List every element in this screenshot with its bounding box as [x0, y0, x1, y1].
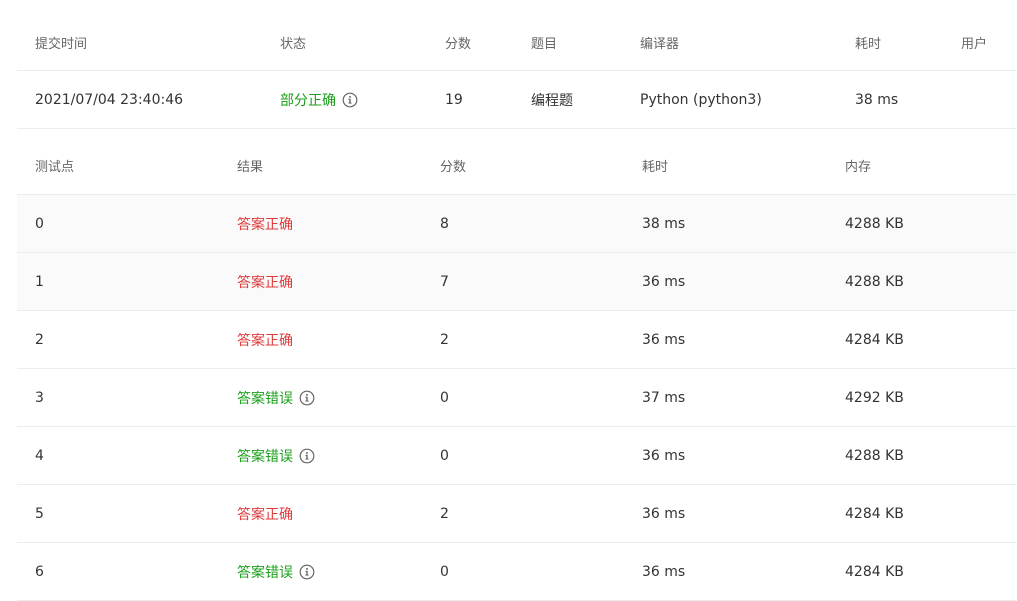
- header-memory: 内存: [845, 160, 872, 175]
- case-result: 答案正确: [237, 311, 293, 368]
- result-label: 答案错误: [237, 390, 293, 407]
- result-label: 答案正确: [237, 274, 293, 291]
- submit-time: 2021/07/04 23:40:46: [35, 91, 184, 108]
- case-elapsed: 38 ms: [642, 215, 686, 232]
- case-memory: 4284 KB: [845, 563, 904, 580]
- case-id: 5: [35, 505, 44, 522]
- header-compiler: 编译器: [640, 37, 680, 52]
- case-result: 答案错误: [237, 543, 315, 600]
- testcase-table: 测试点 结果 分数 耗时 内存 0 答案正确 8 38 ms 4288 KB 1…: [17, 129, 1016, 601]
- case-elapsed: 36 ms: [642, 331, 686, 348]
- case-id: 6: [35, 563, 44, 580]
- result-label: 答案正确: [237, 216, 293, 233]
- testcase-row: 1 答案正确 7 36 ms 4288 KB: [17, 253, 1016, 311]
- compiler-value: Python (python3): [640, 91, 762, 108]
- info-circle-icon[interactable]: [299, 564, 315, 580]
- header-status: 状态: [280, 37, 307, 52]
- case-id: 2: [35, 331, 44, 348]
- case-id: 1: [35, 273, 44, 290]
- case-elapsed: 36 ms: [642, 447, 686, 464]
- case-memory: 4292 KB: [845, 389, 904, 406]
- status-label: 部分正确: [280, 92, 336, 109]
- case-result: 答案正确: [237, 195, 293, 252]
- case-score: 7: [440, 273, 449, 290]
- result-label: 答案错误: [237, 448, 293, 465]
- info-circle-icon[interactable]: [342, 92, 358, 108]
- testcase-header-row: 测试点 结果 分数 耗时 内存: [17, 129, 1016, 195]
- case-memory: 4288 KB: [845, 273, 904, 290]
- result-label: 答案正确: [237, 332, 293, 349]
- case-result: 答案错误: [237, 427, 315, 484]
- header-case-elapsed: 耗时: [642, 160, 669, 175]
- submission-score: 19: [445, 91, 463, 108]
- case-memory: 4288 KB: [845, 215, 904, 232]
- testcase-row: 6 答案错误 0 36 ms 4284 KB: [17, 543, 1016, 601]
- case-score: 0: [440, 447, 449, 464]
- header-result: 结果: [237, 160, 264, 175]
- testcase-row: 3 答案错误 0 37 ms 4292 KB: [17, 369, 1016, 427]
- case-score: 2: [440, 331, 449, 348]
- case-result: 答案正确: [237, 485, 293, 542]
- submission-header-row: 提交时间 状态 分数 题目 编译器 耗时 用户: [17, 15, 1016, 71]
- result-label: 答案错误: [237, 564, 293, 581]
- case-elapsed: 36 ms: [642, 505, 686, 522]
- case-id: 0: [35, 215, 44, 232]
- case-score: 0: [440, 389, 449, 406]
- header-score: 分数: [445, 37, 472, 52]
- header-user: 用户: [961, 37, 988, 52]
- header-case: 测试点: [35, 160, 75, 175]
- testcase-row: 2 答案正确 2 36 ms 4284 KB: [17, 311, 1016, 369]
- case-elapsed: 37 ms: [642, 389, 686, 406]
- case-result: 答案错误: [237, 369, 315, 426]
- result-label: 答案正确: [237, 506, 293, 523]
- submission-elapsed: 38 ms: [855, 91, 899, 108]
- case-elapsed: 36 ms: [642, 563, 686, 580]
- header-submit-time: 提交时间: [35, 37, 88, 52]
- case-memory: 4288 KB: [845, 447, 904, 464]
- submission-table: 提交时间 状态 分数 题目 编译器 耗时 用户 2021/07/04 23:40…: [17, 15, 1016, 129]
- case-id: 4: [35, 447, 44, 464]
- case-memory: 4284 KB: [845, 505, 904, 522]
- header-elapsed: 耗时: [855, 37, 882, 52]
- case-score: 2: [440, 505, 449, 522]
- testcase-row: 4 答案错误 0 36 ms 4288 KB: [17, 427, 1016, 485]
- info-circle-icon[interactable]: [299, 448, 315, 464]
- case-elapsed: 36 ms: [642, 273, 686, 290]
- submission-row: 2021/07/04 23:40:46 部分正确 19 编程题 Python (…: [17, 71, 1016, 129]
- header-case-score: 分数: [440, 160, 467, 175]
- testcase-row: 0 答案正确 8 38 ms 4288 KB: [17, 195, 1016, 253]
- case-memory: 4284 KB: [845, 331, 904, 348]
- problem-link[interactable]: 编程题: [531, 71, 573, 128]
- case-score: 0: [440, 563, 449, 580]
- testcase-row: 5 答案正确 2 36 ms 4284 KB: [17, 485, 1016, 543]
- info-circle-icon[interactable]: [299, 390, 315, 406]
- header-problem: 题目: [531, 37, 558, 52]
- case-score: 8: [440, 215, 449, 232]
- case-id: 3: [35, 389, 44, 406]
- case-result: 答案正确: [237, 253, 293, 310]
- status-cell: 部分正确: [280, 71, 358, 128]
